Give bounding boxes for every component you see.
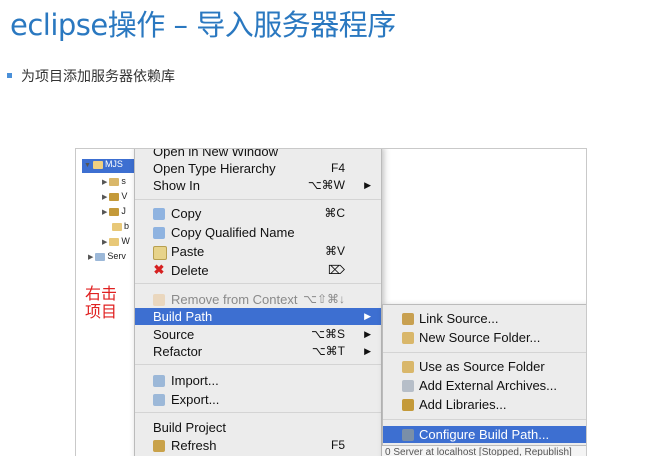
menu-item-import[interactable]: Import... — [135, 372, 381, 389]
remove-context-icon — [153, 294, 165, 306]
submenu-item-configure-build-path[interactable]: Configure Build Path... — [383, 426, 586, 443]
tree-item[interactable]: ▶ V — [102, 191, 127, 205]
export-icon — [153, 394, 165, 406]
jar-icon — [402, 380, 414, 392]
tree-item[interactable]: b — [112, 221, 129, 235]
submenu-arrow-icon: ▶ — [364, 311, 371, 321]
menu-item-paste[interactable]: Paste ⌘V — [135, 243, 381, 260]
menu-separator — [383, 352, 586, 353]
annotation-line: 右击 — [85, 284, 118, 303]
refresh-icon — [153, 440, 165, 452]
bullet-item: 为项目添加服务器依赖库 — [7, 66, 175, 86]
context-menu: Open in New Window Open Type Hierarchy F4… — [134, 149, 382, 456]
copy-icon — [153, 208, 165, 220]
menu-item-copy-qualified-name[interactable]: Copy Qualified Name — [135, 224, 381, 241]
copy-qualified-icon — [153, 227, 165, 239]
submenu-item-add-external-archives[interactable]: Add External Archives... — [383, 377, 586, 394]
configure-icon — [402, 429, 414, 441]
paste-icon — [153, 246, 167, 260]
menu-item-open-in-new-window[interactable]: Open in New Window — [135, 149, 381, 160]
menu-item-build-path[interactable]: Build Path ▶ — [135, 308, 381, 325]
menu-item-open-type-hierarchy[interactable]: Open Type Hierarchy F4 — [135, 160, 381, 177]
menu-separator — [135, 364, 381, 365]
library-icon — [402, 399, 414, 411]
submenu-item-link-source[interactable]: Link Source... — [383, 310, 586, 327]
submenu-item-new-source-folder[interactable]: New Source Folder... — [383, 329, 586, 346]
tree-item[interactable]: ▶ W — [102, 236, 130, 250]
annotation-line: 项目 — [85, 302, 118, 321]
delete-x-icon: ✖ — [153, 262, 165, 277]
menu-item-refresh[interactable]: Refresh F5 — [135, 437, 381, 454]
submenu-item-use-as-source-folder[interactable]: Use as Source Folder — [383, 358, 586, 375]
tree-item-servers[interactable]: ▶ Serv — [88, 251, 126, 265]
submenu-arrow-icon: ▶ — [364, 180, 371, 190]
slide-title: eclipse操作 – 导入服务器程序 — [10, 8, 396, 42]
menu-separator — [383, 419, 586, 420]
menu-item-refactor[interactable]: Refactor ⌥⌘T ▶ — [135, 343, 381, 360]
menu-separator — [135, 412, 381, 413]
build-path-submenu: Link Source... New Source Folder... Use … — [382, 304, 586, 456]
eclipse-screenshot: ▼ MJS ▶ s ▶ V ▶ J b ▶ W ▶ Serv 右击 项目 Open in N… — [75, 148, 587, 456]
submenu-item-add-libraries[interactable]: Add Libraries... — [383, 396, 586, 413]
bullet-dot — [7, 72, 12, 78]
import-icon — [153, 375, 165, 387]
menu-item-source[interactable]: Source ⌥⌘S ▶ — [135, 326, 381, 343]
servers-status-row: 0 Server at localhost [Stopped, Republis… — [382, 445, 586, 456]
menu-item-build-project[interactable]: Build Project — [135, 419, 381, 436]
link-source-icon — [402, 313, 414, 325]
submenu-arrow-icon: ▶ — [364, 329, 371, 339]
menu-separator — [135, 283, 381, 284]
source-folder-icon — [402, 361, 414, 373]
annotation-right-click: 右击 项目 — [85, 285, 117, 321]
menu-item-copy[interactable]: Copy ⌘C — [135, 205, 381, 222]
menu-item-show-in[interactable]: Show In ⌥⌘W ▶ — [135, 177, 381, 194]
menu-item-delete[interactable]: ✖ Delete ⌦ — [135, 262, 381, 279]
tree-item[interactable]: ▶ s — [102, 176, 126, 190]
menu-item-export[interactable]: Export... — [135, 391, 381, 408]
tree-item[interactable]: ▶ J — [102, 206, 126, 220]
submenu-arrow-icon: ▶ — [364, 346, 371, 356]
tree-item-project[interactable]: ▼ MJS — [82, 159, 138, 173]
menu-separator — [135, 199, 381, 200]
menu-item-remove-from-context: Remove from Context ⌥⇧⌘↓ — [135, 291, 381, 308]
new-source-folder-icon — [402, 332, 414, 344]
bullet-text: 为项目添加服务器依赖库 — [21, 69, 175, 85]
